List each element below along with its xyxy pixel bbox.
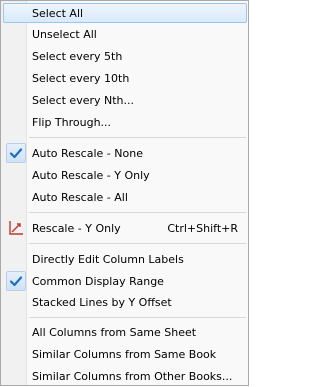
menu-item-auto-rescale-none[interactable]: Auto Rescale - None (3, 143, 247, 163)
menu-item-label: Select every 5th (32, 50, 123, 63)
menu-item-label: Auto Rescale - None (32, 147, 143, 160)
menu-item-select-every-5th[interactable]: Select every 5th (3, 46, 247, 66)
menu-item-directly-edit-column-labels[interactable]: Directly Edit Column Labels (3, 249, 247, 269)
menu-item-all-columns-same-sheet[interactable]: All Columns from Same Sheet (3, 322, 247, 342)
menu-item-shortcut: Ctrl+Shift+R (167, 222, 238, 235)
menu-item-label: Auto Rescale - Y Only (32, 169, 150, 182)
checkmark-icon (8, 273, 24, 289)
menu-item-label: Directly Edit Column Labels (32, 253, 184, 266)
menu-separator (29, 243, 246, 244)
menu-item-unselect-all[interactable]: Unselect All (3, 24, 247, 44)
menu-item-auto-rescale-y-only[interactable]: Auto Rescale - Y Only (3, 165, 247, 185)
menu-item-label: All Columns from Same Sheet (32, 326, 197, 339)
menu-item-label: Select every Nth... (32, 94, 135, 107)
menu-item-label: Select every 10th (32, 72, 130, 85)
menu-item-select-every-10th[interactable]: Select every 10th (3, 68, 247, 88)
menu-separator (29, 317, 246, 318)
menu-item-flip-through[interactable]: Flip Through... (3, 112, 247, 132)
menu-item-select-every-nth[interactable]: Select every Nth... (3, 90, 247, 110)
menu-item-label: Similar Columns from Other Books... (32, 370, 233, 383)
menu-item-label: Auto Rescale - All (32, 191, 128, 204)
menu-item-label: Stacked Lines by Y Offset (32, 296, 172, 309)
menu-item-auto-rescale-all[interactable]: Auto Rescale - All (3, 187, 247, 207)
menu-separator (29, 212, 246, 213)
menu-item-label: Flip Through... (32, 116, 112, 129)
menu-item-label: Rescale - Y Only (32, 222, 121, 235)
menu-item-common-display-range[interactable]: Common Display Range (3, 271, 247, 291)
menu-item-stacked-lines-by-y-offset[interactable]: Stacked Lines by Y Offset (3, 292, 247, 312)
checkmark-icon (8, 145, 24, 161)
menu-item-label: Similar Columns from Same Book (32, 348, 217, 361)
context-menu: Select All Unselect All Select every 5th… (0, 0, 249, 386)
menu-item-similar-columns-other-books[interactable]: Similar Columns from Other Books... (3, 366, 247, 386)
menu-item-label: Unselect All (32, 28, 97, 41)
menu-item-label: Common Display Range (32, 275, 164, 288)
menu-item-label: Select All (32, 7, 84, 20)
menu-item-similar-columns-same-book[interactable]: Similar Columns from Same Book (3, 344, 247, 364)
menu-separator (29, 137, 246, 138)
rescale-axis-icon (8, 220, 24, 236)
menu-item-select-all[interactable]: Select All (3, 3, 247, 23)
menu-item-rescale-y-only[interactable]: Rescale - Y Only Ctrl+Shift+R (3, 218, 247, 238)
